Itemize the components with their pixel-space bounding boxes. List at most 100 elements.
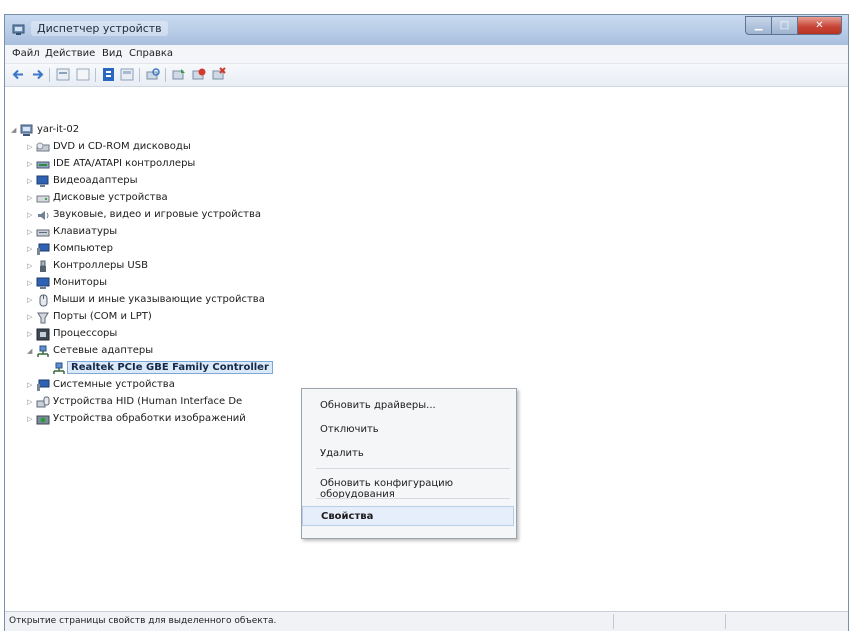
menu-help[interactable]: Справка [129, 48, 173, 59]
video-adapter-icon [36, 175, 49, 187]
device-manager-window: Диспетчер устройств ▁ □ ✕ Файл Действие … [4, 14, 849, 631]
expand-arrow-icon[interactable]: ▷ [27, 280, 33, 287]
expand-arrow-icon[interactable]: ▷ [27, 382, 33, 389]
system-devices-icon [37, 379, 50, 391]
help-icon[interactable] [101, 67, 117, 82]
expand-arrow-icon[interactable]: ▷ [27, 161, 33, 168]
tree-category-label: Устройства HID (Human Interface De [53, 396, 243, 407]
speaker-icon [38, 211, 49, 220]
menu-item-label: Свойства [321, 511, 374, 522]
forward-icon[interactable] [29, 67, 45, 82]
usb-icon [40, 260, 46, 272]
processor-icon [36, 328, 50, 341]
toolbar [5, 64, 848, 87]
device-manager-icon [12, 24, 25, 35]
window-title: Диспетчер устройств [31, 21, 168, 36]
disable-device-icon[interactable] [191, 67, 207, 82]
menu-item-properties[interactable]: Свойства [302, 506, 514, 526]
tree-category-label: Процессоры [53, 328, 118, 339]
computer-icon [37, 243, 50, 255]
close-button[interactable]: ✕ [798, 16, 842, 35]
toolbar-separator [49, 68, 50, 82]
context-menu: Обновить драйверы... Отключить Удалить О… [301, 388, 517, 539]
menu-separator [316, 498, 510, 499]
collapse-arrow-icon[interactable]: ◢ [27, 348, 33, 355]
menu-bar: Файл Действие Вид Справка [5, 45, 848, 64]
update-driver-icon[interactable] [171, 67, 187, 82]
disk-drive-icon [36, 195, 50, 203]
show-hidden-icon[interactable] [119, 67, 135, 82]
collapse-arrow-icon[interactable]: ◢ [11, 127, 17, 134]
menu-separator [316, 468, 510, 469]
expand-arrow-icon[interactable]: ▷ [27, 229, 33, 236]
status-text: Открытие страницы свойств для выделенног… [9, 616, 277, 626]
keyboard-icon [36, 229, 50, 237]
tree-category-label: Контроллеры USB [53, 260, 148, 271]
expand-arrow-icon[interactable]: ▷ [27, 331, 33, 338]
tree-category-label: Системные устройства [53, 379, 175, 390]
title-bar[interactable]: Диспетчер устройств ▁ □ ✕ [5, 15, 848, 45]
expand-arrow-icon[interactable]: ▷ [27, 178, 33, 185]
tree-category-label: Звуковые, видео и игровые устройства [53, 209, 262, 220]
menu-view[interactable]: Вид [102, 48, 122, 59]
imaging-device-icon [36, 415, 50, 425]
expand-arrow-icon[interactable]: ▷ [27, 246, 33, 253]
menu-item-uninstall[interactable]: Удалить [302, 444, 514, 464]
toolbar-separator [139, 68, 140, 82]
window-controls: ▁ □ ✕ [745, 16, 842, 35]
tree-category-label: Видеоадаптеры [53, 175, 138, 186]
network-card-icon [53, 362, 65, 374]
dvd-drive-icon [36, 142, 50, 152]
network-adapter-icon [37, 345, 49, 357]
monitor-icon [36, 277, 50, 289]
expand-arrow-icon[interactable]: ▷ [27, 144, 33, 151]
menu-item-disable[interactable]: Отключить [302, 420, 514, 440]
view-icon[interactable] [75, 67, 91, 82]
uninstall-icon[interactable] [211, 67, 227, 82]
selected-device-label: Realtek PCIe GBE Family Controller [67, 361, 273, 374]
tree-category-label: Компьютер [53, 243, 113, 254]
properties-icon[interactable] [55, 67, 71, 82]
menu-item-scan-hardware[interactable]: Обновить конфигурацию оборудования [302, 474, 514, 500]
expand-arrow-icon[interactable]: ▷ [27, 212, 33, 219]
toolbar-separator [165, 68, 166, 82]
menu-file[interactable]: Файл [12, 48, 40, 59]
ide-controller-icon [36, 161, 50, 169]
expand-arrow-icon[interactable]: ▷ [27, 195, 33, 202]
tree-category-label: Дисковые устройства [53, 192, 168, 203]
tree-category-label: Устройства обработки изображений [53, 413, 246, 424]
expand-arrow-icon[interactable]: ▷ [27, 399, 33, 406]
menu-item-label: Отключить [320, 424, 379, 435]
tree-category-label: Сетевые адаптеры [53, 345, 154, 356]
menu-item-label: Обновить конфигурацию оборудования [320, 478, 454, 500]
tree-category-label: DVD и CD-ROM дисководы [53, 141, 191, 152]
status-divider [613, 614, 614, 629]
tree-category-label: Клавиатуры [53, 226, 118, 237]
menu-item-update-drivers[interactable]: Обновить драйверы... [302, 396, 514, 416]
back-icon[interactable] [11, 67, 27, 82]
toolbar-separator [95, 68, 96, 82]
expand-arrow-icon[interactable]: ▷ [27, 314, 33, 321]
tree-category-label: Порты (COM и LPT) [53, 311, 152, 322]
hid-device-icon [36, 396, 50, 408]
tree-category-label: IDE ATA/ATAPI контроллеры [53, 158, 196, 169]
tree-root-label: yar-it-02 [37, 124, 80, 135]
expand-arrow-icon[interactable]: ▷ [27, 263, 33, 270]
computer-icon [20, 124, 33, 136]
tree-category-label: Мониторы [53, 277, 107, 288]
port-icon [37, 312, 49, 324]
expand-arrow-icon[interactable]: ▷ [27, 297, 33, 304]
status-divider [725, 614, 726, 629]
menu-item-label: Удалить [320, 448, 364, 459]
minimize-button[interactable]: ▁ [745, 16, 772, 35]
maximize-button[interactable]: □ [772, 16, 798, 35]
cropped-caption-text [0, 0, 851, 12]
mouse-icon [39, 294, 48, 307]
menu-item-label: Обновить драйверы... [320, 400, 436, 411]
expand-arrow-icon[interactable]: ▷ [27, 416, 33, 423]
status-bar: Открытие страницы свойств для выделенног… [5, 611, 848, 631]
device-tree: ◢ yar-it-02 ▷ DVD и CD-ROM дисководы ▷ I… [5, 87, 848, 607]
menu-action[interactable]: Действие [45, 48, 95, 59]
scan-hardware-icon[interactable] [145, 67, 161, 82]
tree-category-label: Мыши и иные указывающие устройства [53, 294, 265, 305]
